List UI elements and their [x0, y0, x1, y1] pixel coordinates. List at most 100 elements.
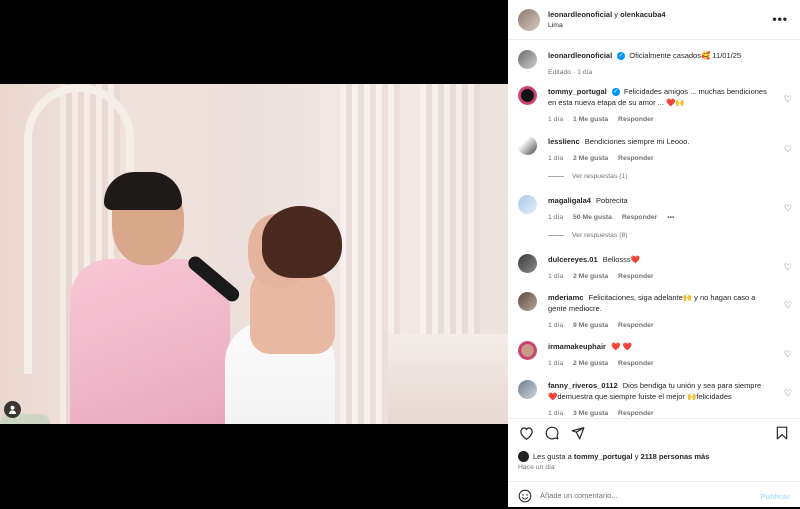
- comment-username[interactable]: fanny_riveros_0112: [548, 381, 618, 390]
- view-replies-label: Ver respuestas (8): [572, 232, 628, 239]
- caption: leonardleonoficial ✓ Oficialmente casados…: [518, 50, 798, 78]
- bride-hair: [262, 206, 342, 278]
- comment-time[interactable]: 1 día: [548, 273, 563, 280]
- like-comment-heart-icon[interactable]: ♡: [784, 203, 792, 214]
- caption-meta: Editado · 1 día: [548, 69, 593, 76]
- add-comment-bar: Publicar: [508, 481, 800, 509]
- tagged-users-button[interactable]: [4, 401, 21, 418]
- bookmark-icon[interactable]: [774, 425, 790, 441]
- comment-likes[interactable]: 2 Me gusta: [573, 273, 608, 280]
- like-comment-heart-icon[interactable]: ♡: [784, 388, 792, 399]
- more-options-icon[interactable]: •••: [772, 12, 788, 26]
- comment-time[interactable]: 1 día: [548, 116, 563, 123]
- post-photo: [0, 84, 508, 424]
- comment-username[interactable]: lesslienc: [548, 137, 580, 146]
- comment-time[interactable]: 1 día: [548, 214, 563, 221]
- comment-likes[interactable]: 9 Me gusta: [573, 322, 608, 329]
- commenter-avatar[interactable]: [518, 136, 537, 155]
- emoji-icon[interactable]: [518, 489, 532, 503]
- post-header: leonardleonoficial y olenkacuba4 Lima ••…: [508, 0, 800, 40]
- replies-divider: [548, 235, 564, 236]
- reply-button[interactable]: Responder: [622, 214, 658, 221]
- commenter-avatar[interactable]: [518, 86, 537, 105]
- person-icon: [8, 405, 17, 414]
- comment-item: fanny_riveros_0112 Dios bendiga tu unión…: [518, 380, 798, 417]
- comment-more-icon[interactable]: •••: [667, 214, 674, 221]
- like-comment-heart-icon[interactable]: ♡: [784, 144, 792, 155]
- comment-item: dulcereyes.01 Bellosss❤️ 1 día 2 Me gust…: [518, 254, 798, 282]
- reply-button[interactable]: Responder: [618, 322, 654, 329]
- comment-likes[interactable]: 50 Me gusta: [573, 214, 612, 221]
- comment-username[interactable]: tommy_portugal: [548, 87, 607, 96]
- post-side-panel: leonardleonoficial y olenkacuba4 Lima ••…: [508, 0, 800, 507]
- comment-time[interactable]: 1 día: [548, 410, 563, 417]
- groom-figure: [70, 259, 230, 424]
- commenter-avatar[interactable]: [518, 380, 537, 399]
- comment-text: ❤️ ❤️: [611, 342, 632, 351]
- comment-likes[interactable]: 3 Me gusta: [573, 410, 608, 417]
- caption-text: Oficialmente casados🥰 11/01/25: [629, 51, 742, 60]
- reply-button[interactable]: Responder: [618, 273, 654, 280]
- reply-button[interactable]: Responder: [618, 116, 654, 123]
- comment-username[interactable]: dulcereyes.01: [548, 255, 598, 264]
- post-location[interactable]: Lima: [548, 22, 666, 29]
- comment-likes[interactable]: 1 Me gusta: [573, 116, 608, 123]
- liker-username[interactable]: tommy_portugal: [574, 452, 633, 461]
- author-username[interactable]: leonardleonoficial: [548, 10, 612, 19]
- comment-item: lesslienc Bendiciones siempre mi Leooo. …: [518, 136, 798, 164]
- comment-username[interactable]: irmamakeuphair: [548, 342, 606, 351]
- collab-connector: y: [614, 10, 619, 19]
- comment-item: tommy_portugal ✓ Felicidades amigos ... m…: [518, 86, 798, 125]
- comment-text: Bellosss❤️: [602, 255, 640, 264]
- reply-button[interactable]: Responder: [618, 360, 654, 367]
- comment-input[interactable]: [540, 491, 740, 500]
- likes-others[interactable]: 2118 personas más: [641, 452, 710, 461]
- like-comment-heart-icon[interactable]: ♡: [784, 262, 792, 273]
- author-avatar[interactable]: [518, 8, 540, 31]
- reply-button[interactable]: Responder: [618, 410, 654, 417]
- comment-time[interactable]: 1 día: [548, 155, 563, 162]
- commenter-avatar[interactable]: [518, 292, 537, 311]
- verified-badge-icon: ✓: [617, 52, 626, 61]
- like-comment-heart-icon[interactable]: ♡: [784, 300, 792, 311]
- reply-button[interactable]: Responder: [618, 155, 654, 162]
- comment-time[interactable]: 1 día: [548, 360, 563, 367]
- commenter-avatar[interactable]: [518, 341, 537, 360]
- commenter-avatar[interactable]: [518, 254, 537, 273]
- caption-avatar[interactable]: [518, 50, 537, 69]
- comment-text: Pobrecita: [596, 196, 628, 205]
- comment-username[interactable]: mderiamc: [548, 293, 583, 302]
- publish-button[interactable]: Publicar: [760, 492, 790, 501]
- commenter-avatar[interactable]: [518, 195, 537, 214]
- comment-item: mderiamc Felicitaciones, siga adelante🙌 …: [518, 292, 798, 331]
- replies-divider: [548, 176, 564, 177]
- share-paper-plane-icon[interactable]: [570, 425, 586, 441]
- table-decoration: [388, 334, 508, 424]
- view-replies-label: Ver respuestas (1): [572, 173, 628, 180]
- comment-item: irmamakeuphair ❤️ ❤️ 1 día 2 Me gusta Re…: [518, 341, 798, 369]
- comment-username[interactable]: magaligala4: [548, 196, 591, 205]
- comment-likes[interactable]: 2 Me gusta: [573, 155, 608, 162]
- likes-summary[interactable]: Les gusta a tommy_portugal y 2118 person…: [518, 451, 709, 462]
- comment-time[interactable]: 1 día: [548, 322, 563, 329]
- post-media: [0, 0, 508, 507]
- comment-bubble-icon[interactable]: [544, 425, 560, 441]
- comment-text: Bendiciones siempre mi Leooo.: [584, 137, 690, 146]
- like-comment-heart-icon[interactable]: ♡: [784, 349, 792, 360]
- view-replies-button[interactable]: Ver respuestas (8): [548, 232, 628, 239]
- view-replies-button[interactable]: Ver respuestas (1): [548, 173, 628, 180]
- comments-list[interactable]: leonardleonoficial ✓ Oficialmente casados…: [508, 42, 800, 417]
- collaborator-username[interactable]: olenkacuba4: [620, 10, 665, 19]
- post-actions: Les gusta a tommy_portugal y 2118 person…: [508, 418, 800, 508]
- like-comment-heart-icon[interactable]: ♡: [784, 94, 792, 105]
- likes-prefix: Les gusta a: [533, 452, 572, 461]
- comment-likes[interactable]: 2 Me gusta: [573, 360, 608, 367]
- comment-item: magaligala4 Pobrecita 1 día 50 Me gusta …: [518, 195, 798, 223]
- caption-username[interactable]: leonardleonoficial: [548, 51, 612, 60]
- liker-avatar: [518, 451, 529, 462]
- likes-connector: y: [634, 452, 639, 461]
- like-heart-icon[interactable]: [518, 425, 534, 441]
- verified-badge-icon: ✓: [611, 88, 620, 97]
- groom-hair: [104, 172, 182, 210]
- post-timestamp[interactable]: Hace un día: [518, 464, 555, 471]
